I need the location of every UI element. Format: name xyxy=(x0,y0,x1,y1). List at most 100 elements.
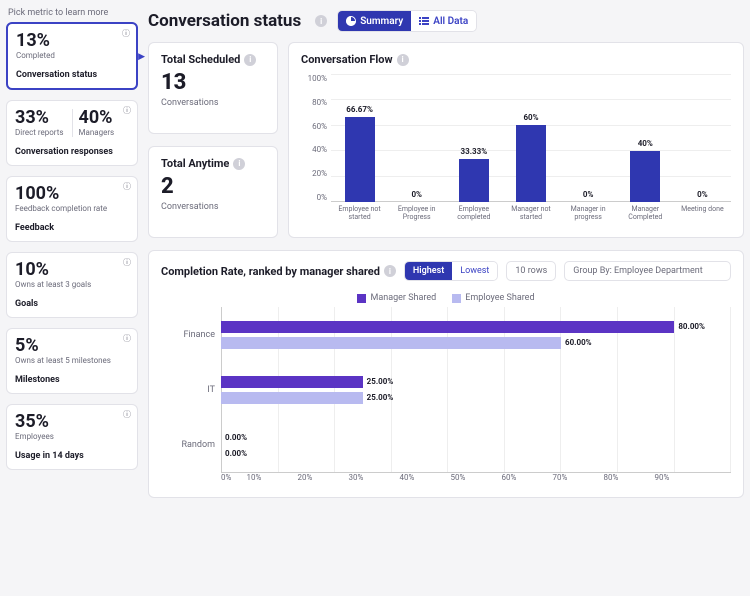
bar-value-label: 0.00% xyxy=(225,449,247,458)
metric-card-conv-resp[interactable]: ⓘ33%Direct reports40%ManagersConversatio… xyxy=(6,100,138,166)
info-icon[interactable]: ⓘ xyxy=(123,333,131,344)
conversation-flow-chart: 100% 80% 60% 40% 20% 0% 66.67%Employee not st… xyxy=(301,74,731,224)
group-by-select[interactable]: Group By: Employee Department xyxy=(564,261,731,281)
metric-sub: Completed xyxy=(16,51,128,60)
caret-right-icon: ▶ xyxy=(138,52,145,62)
main-panel: Conversation status i Summary All Data xyxy=(148,6,744,498)
x-tick: 70% xyxy=(553,473,604,487)
toggle-all-data[interactable]: All Data xyxy=(411,11,476,31)
highest-lowest-toggle: Highest Lowest xyxy=(404,261,498,281)
bar-value-label: 0.00% xyxy=(225,433,247,442)
metric-name: Usage in 14 days xyxy=(15,451,129,461)
metric-value: 13% xyxy=(16,32,128,50)
highest-button[interactable]: Highest xyxy=(405,262,452,280)
stat-scheduled-sub: Conversations xyxy=(161,98,265,108)
metric-name: Milestones xyxy=(15,375,129,385)
legend-employee: Employee Shared xyxy=(465,293,534,303)
bar-value-label: 80.00% xyxy=(678,322,705,331)
metric-sidebar: Pick metric to learn more ⓘ13%CompletedC… xyxy=(6,6,138,498)
completion-rate-chart: FinanceITRandom 80.00%60.00%25.00%25.00%… xyxy=(161,307,731,487)
flow-bar: 40% Manager Completed xyxy=(617,74,674,224)
bar-value-label: 25.00% xyxy=(367,393,394,402)
completion-legend: Manager Shared Employee Shared xyxy=(161,293,731,303)
lowest-button[interactable]: Lowest xyxy=(452,262,497,280)
x-tick: 30% xyxy=(349,473,400,487)
sidebar-hint: Pick metric to learn more xyxy=(8,8,138,18)
metric-value: 35% xyxy=(15,413,129,431)
info-icon[interactable]: i xyxy=(397,54,409,66)
metric-name: Conversation status xyxy=(16,70,128,80)
swatch-employee xyxy=(452,294,461,303)
flow-bar: 0% Manager in progress xyxy=(560,74,617,224)
bar-value-label: 25.00% xyxy=(367,377,394,386)
rows-select[interactable]: 10 rows xyxy=(506,261,556,281)
x-tick: 40% xyxy=(400,473,451,487)
stat-scheduled: Total Scheduled i 13 Conversations xyxy=(148,42,278,134)
stat-anytime: Total Anytimei 2 Conversations xyxy=(148,146,278,238)
bar-category-label: Employee in Progress xyxy=(388,202,445,224)
toggle-all-data-label: All Data xyxy=(433,16,468,27)
stat-anytime-title: Total Anytime xyxy=(161,157,229,170)
metric-card-usage[interactable]: ⓘ35%Employees Usage in 14 days xyxy=(6,404,138,470)
bar-value-label: 60% xyxy=(523,113,538,122)
row-label: IT xyxy=(161,362,221,417)
page-title: Conversation status xyxy=(148,11,301,31)
y-tick: 20% xyxy=(312,169,327,178)
bar-value-label: 60.00% xyxy=(565,338,592,347)
metric-value: 100% xyxy=(15,185,129,203)
completion-bar: 80.00% xyxy=(221,321,731,333)
flow-title: Conversation Flow xyxy=(301,53,393,66)
stat-scheduled-title: Total Scheduled xyxy=(161,53,240,66)
info-icon[interactable]: i xyxy=(384,265,396,277)
view-toggle: Summary All Data xyxy=(337,10,477,32)
bar-value-label: 0% xyxy=(583,190,594,199)
flow-bar: 66.67%Employee not started xyxy=(331,74,388,224)
y-tick: 100% xyxy=(308,74,327,83)
completion-bar: 60.00% xyxy=(221,337,731,349)
bar-value-label: 40% xyxy=(638,139,653,148)
flow-bar: 0% Employee in Progress xyxy=(388,74,445,224)
metric-name: Feedback xyxy=(15,223,129,233)
bar-value-label: 0% xyxy=(697,190,708,199)
metric-card-conv-status[interactable]: ⓘ13%CompletedConversation status▶ xyxy=(6,22,138,90)
bar-category-label: Manager Completed xyxy=(617,202,674,224)
info-icon[interactable]: ⓘ xyxy=(123,181,131,192)
info-icon[interactable]: i xyxy=(315,15,327,27)
x-tick: 50% xyxy=(451,473,502,487)
swatch-manager xyxy=(357,294,366,303)
stat-scheduled-value: 13 xyxy=(161,72,265,94)
metric-card-milestones[interactable]: ⓘ5%Owns at least 5 milestonesMilestones xyxy=(6,328,138,394)
info-icon[interactable]: ⓘ xyxy=(122,28,130,39)
info-icon[interactable]: ⓘ xyxy=(123,257,131,268)
pie-icon xyxy=(346,16,356,26)
info-icon[interactable]: i xyxy=(244,54,256,66)
metric-card-goals[interactable]: ⓘ10%Owns at least 3 goalsGoals xyxy=(6,252,138,318)
bar-value-label: 0% xyxy=(411,190,422,199)
completion-row: 0.00% 0.00% xyxy=(221,418,731,473)
completion-bar: 0.00% xyxy=(221,431,731,443)
metric-sub: Employees xyxy=(15,432,129,441)
legend-manager: Manager Shared xyxy=(370,293,436,303)
completion-bar: 25.00% xyxy=(221,376,731,388)
info-icon[interactable]: ⓘ xyxy=(123,409,131,420)
x-tick: 90% xyxy=(655,473,706,487)
info-icon[interactable]: ⓘ xyxy=(123,105,131,116)
metric-value: 40% xyxy=(79,109,130,127)
completion-row: 25.00% 25.00% xyxy=(221,362,731,417)
info-icon[interactable]: i xyxy=(233,158,245,170)
list-icon xyxy=(419,16,429,26)
x-tick: 80% xyxy=(604,473,655,487)
metric-name: Conversation responses xyxy=(15,147,129,157)
x-tick: 20% xyxy=(298,473,349,487)
completion-bar: 0.00% xyxy=(221,447,731,459)
metric-card-feedback[interactable]: ⓘ100%Feedback completion rateFeedback xyxy=(6,176,138,242)
bar-category-label: Manager not started xyxy=(502,202,559,224)
stat-anytime-sub: Conversations xyxy=(161,202,265,212)
y-tick: 80% xyxy=(312,98,327,107)
flow-bar: 0% Meeting done xyxy=(674,74,731,224)
completion-bar: 25.00% xyxy=(221,392,731,404)
toggle-summary[interactable]: Summary xyxy=(338,11,411,31)
bar-category-label: Manager in progress xyxy=(560,202,617,224)
bar-category-label: Meeting done xyxy=(681,202,724,224)
completion-rate-panel: Completion Rate, ranked by manager share… xyxy=(148,250,744,498)
